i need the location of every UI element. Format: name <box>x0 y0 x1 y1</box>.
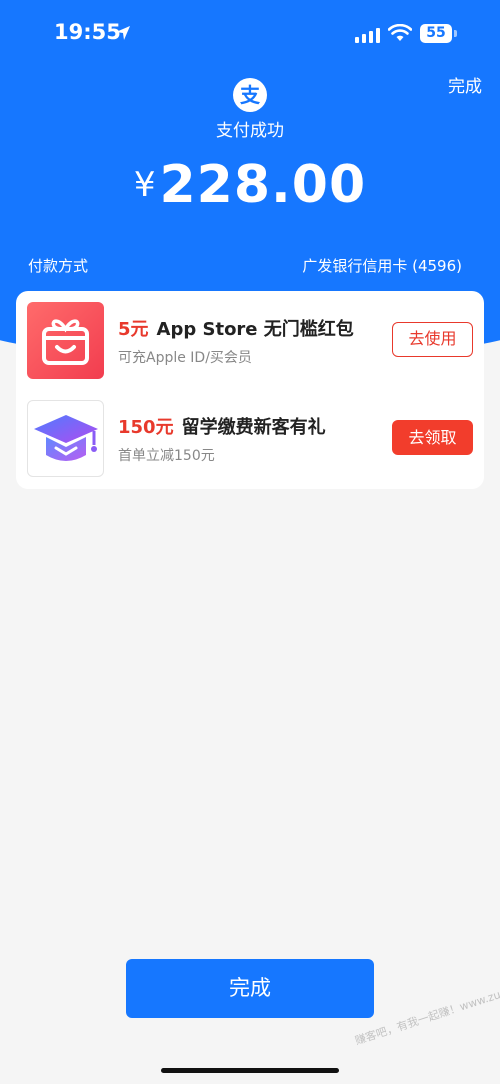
use-coupon-button[interactable]: 去使用 <box>392 322 473 357</box>
alipay-logo-icon: 支 <box>233 78 267 112</box>
location-arrow-icon <box>116 26 130 40</box>
battery-indicator: 55 <box>420 24 452 43</box>
promo-card: 5元 App Store 无门槛红包 可充Apple ID/买会员 去使用 15… <box>16 291 484 489</box>
home-indicator[interactable] <box>161 1068 339 1073</box>
pay-method-value: 广发银行信用卡 (4596) <box>302 257 462 275</box>
payment-amount: ¥228.00 <box>0 155 500 215</box>
amount-value: 228.00 <box>159 155 367 215</box>
done-button[interactable]: 完成 <box>126 959 374 1018</box>
promo-item-app-store[interactable]: 5元 App Store 无门槛红包 可充Apple ID/买会员 去使用 <box>16 299 484 391</box>
watermark: 赚客吧，有我一起赚！www.zuanke8.com <box>353 969 500 1048</box>
promo-amount: 5元 <box>118 319 149 340</box>
pay-method-label: 付款方式 <box>28 257 89 275</box>
claim-coupon-button[interactable]: 去领取 <box>392 420 473 455</box>
wifi-icon <box>388 24 412 41</box>
promo-title: 150元 留学缴费新客有礼 <box>118 413 326 439</box>
currency-symbol: ¥ <box>133 165 156 205</box>
done-link-top[interactable]: 完成 <box>448 72 482 97</box>
payment-status-text: 支付成功 <box>216 121 284 141</box>
signal-icon <box>355 28 380 43</box>
promo-subtitle: 首单立减150元 <box>118 448 215 464</box>
gift-box-icon <box>27 302 104 379</box>
promo-title-text: 留学缴费新客有礼 <box>181 417 326 438</box>
battery-tip <box>454 30 457 37</box>
status-time: 19:55 <box>54 20 121 44</box>
promo-title: 5元 App Store 无门槛红包 <box>118 315 354 341</box>
payment-success-screen: 19:55 55 完成 支 支付成功 ¥228.00 付款方式 广发银行信用卡 … <box>0 0 500 1084</box>
promo-amount: 150元 <box>118 417 174 438</box>
status-bar: 19:55 55 <box>0 0 500 66</box>
promo-title-text: App Store 无门槛红包 <box>156 319 354 340</box>
promo-subtitle: 可充Apple ID/买会员 <box>118 350 252 366</box>
promo-item-study-abroad[interactable]: 150元 留学缴费新客有礼 首单立减150元 去领取 <box>16 397 484 489</box>
graduation-cap-icon <box>27 400 104 477</box>
